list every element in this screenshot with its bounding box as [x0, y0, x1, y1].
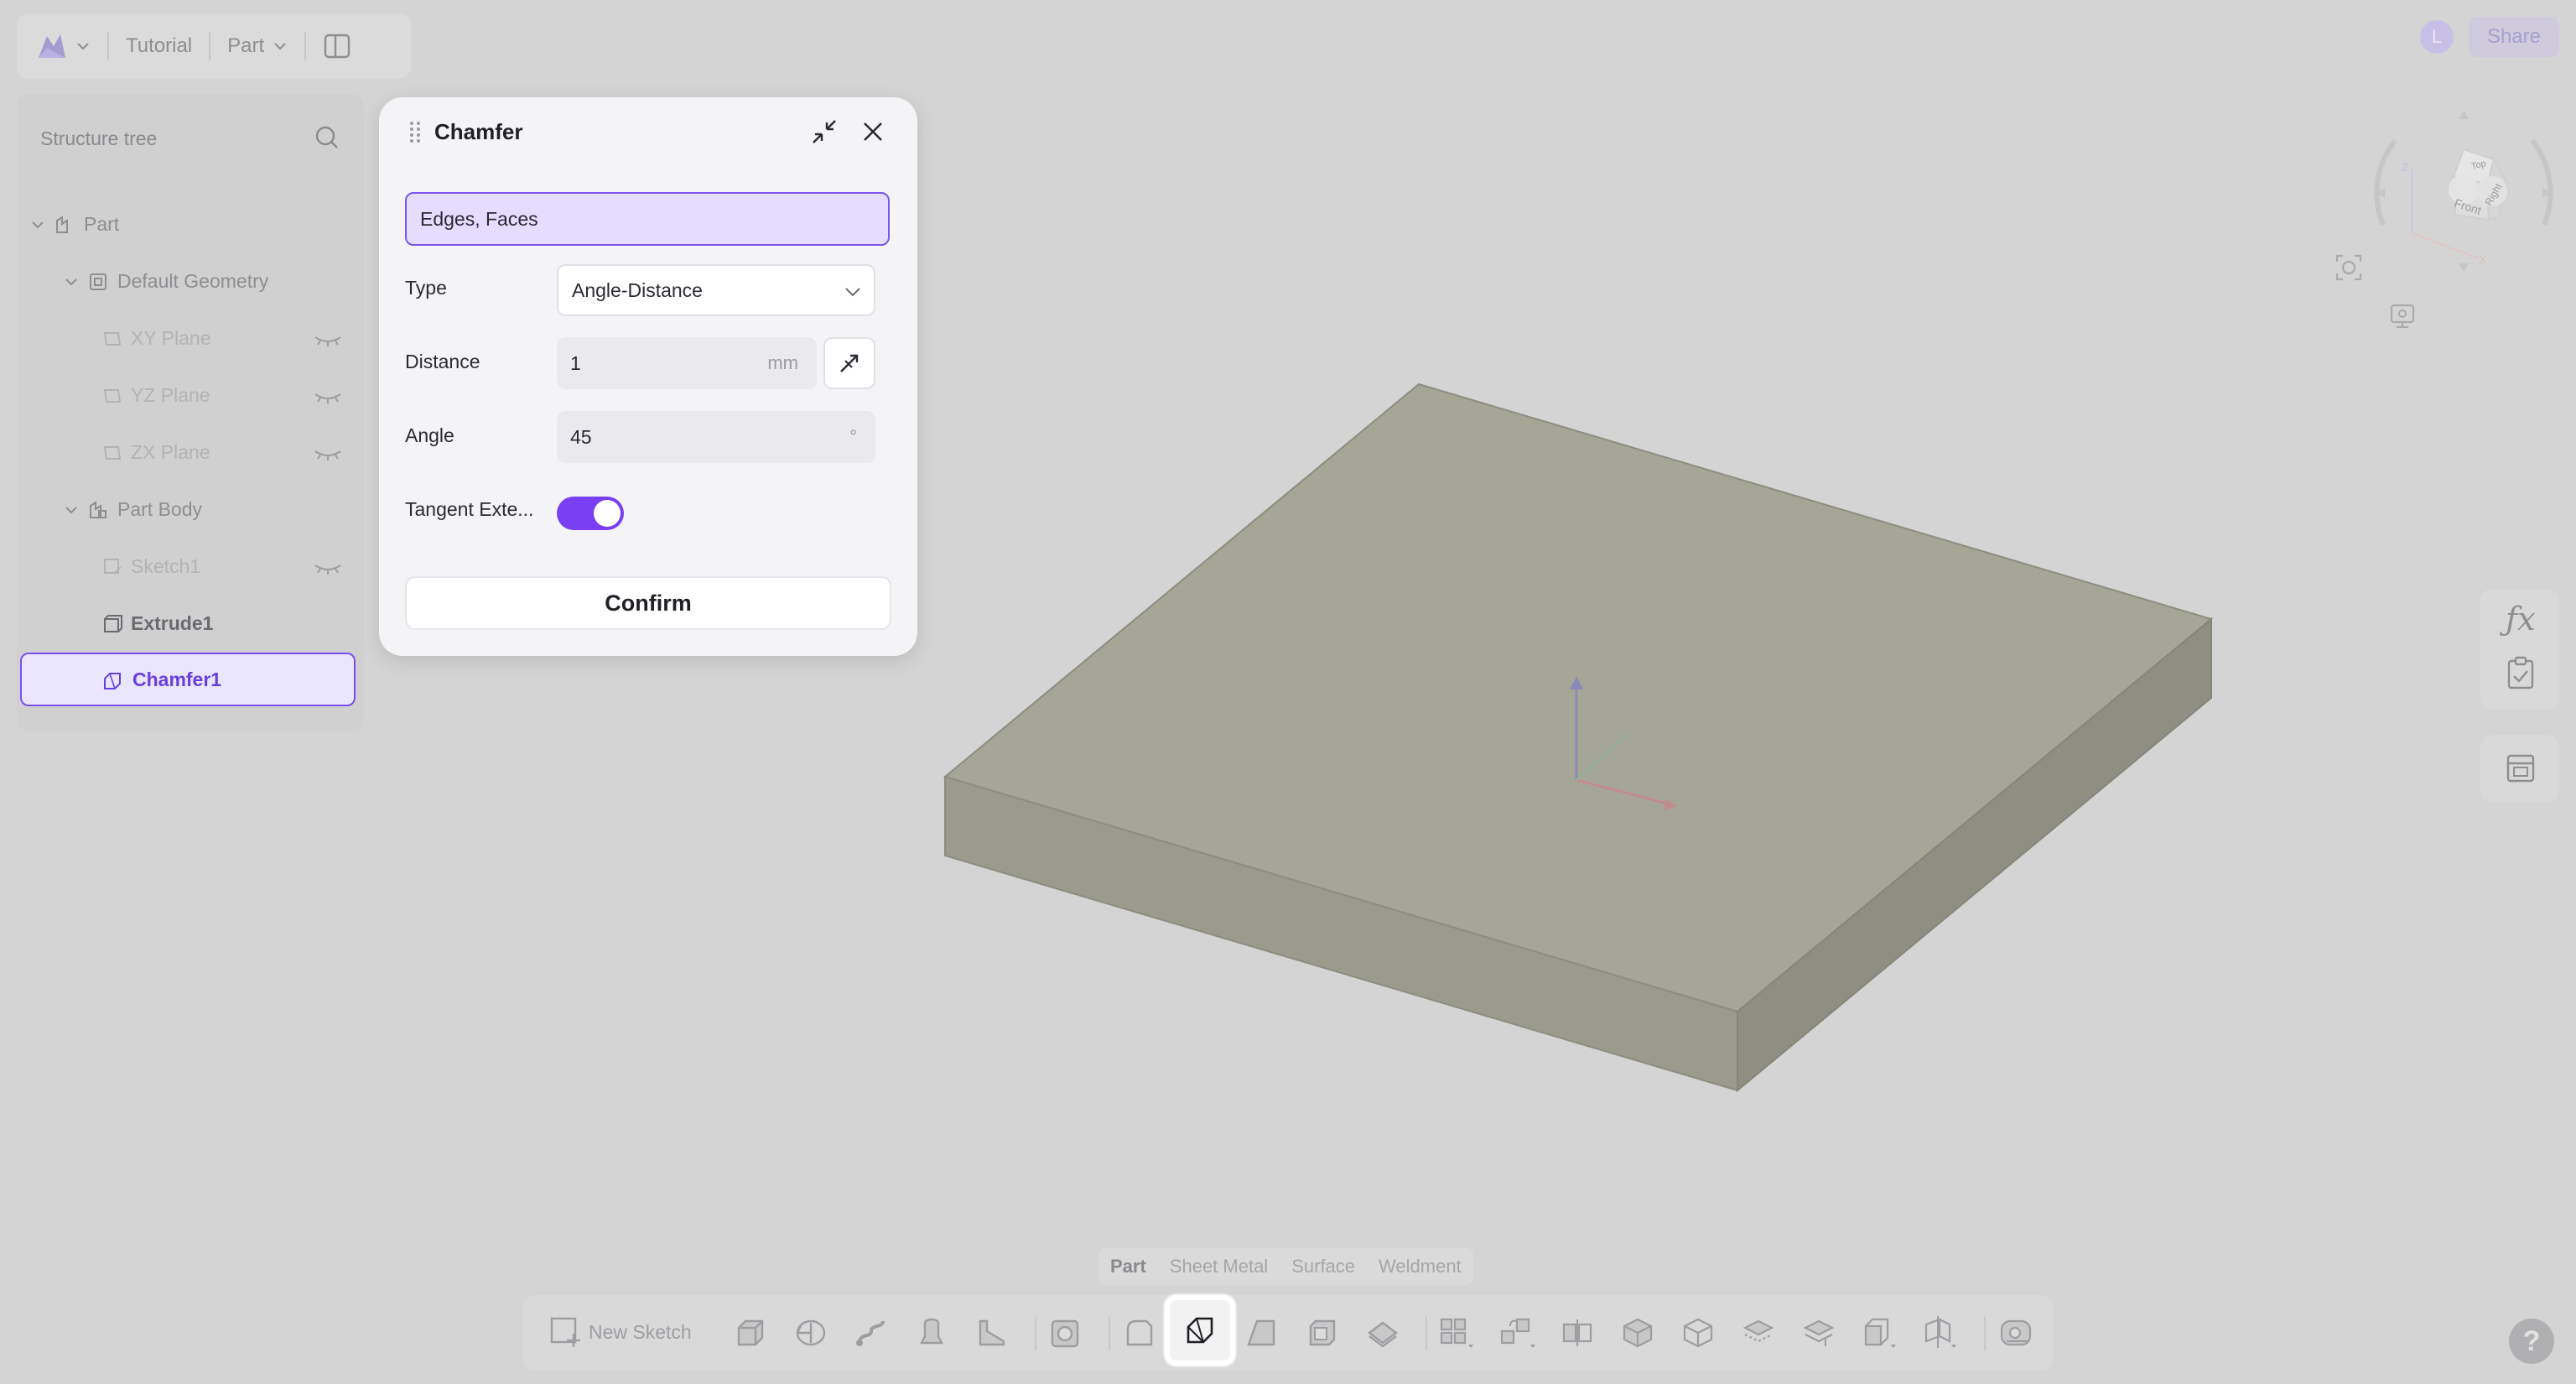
rib-tool[interactable]: [969, 1310, 1015, 1355]
divider: [1035, 1317, 1036, 1350]
pattern-tool[interactable]: [1434, 1310, 1479, 1355]
hole-tool[interactable]: [1043, 1310, 1088, 1355]
chamfer-icon: [1183, 1314, 1217, 1347]
new-sketch-icon: [548, 1315, 582, 1349]
tab-part[interactable]: Part: [1098, 1256, 1158, 1277]
sweep-icon: [854, 1316, 888, 1350]
new-sketch-label: New Sketch: [589, 1320, 692, 1343]
divider: [1109, 1317, 1110, 1350]
tab-surface[interactable]: Surface: [1280, 1256, 1367, 1277]
distance-input[interactable]: 1 mm: [557, 337, 817, 389]
angle-unit: °: [849, 426, 857, 447]
shell-tool[interactable]: [1300, 1310, 1345, 1355]
divider: [1984, 1317, 1986, 1350]
replace-face-tool[interactable]: [1736, 1310, 1781, 1355]
angle-value: 45: [570, 425, 592, 448]
tab-weldment[interactable]: Weldment: [1367, 1256, 1473, 1277]
delete-face-tool[interactable]: [1857, 1310, 1902, 1355]
type-select[interactable]: Angle-Distance: [557, 264, 875, 316]
fit-view-icon[interactable]: [2334, 253, 2363, 282]
boolean-cube-icon: [1621, 1316, 1654, 1350]
stacked-layers-icon: [1742, 1316, 1775, 1350]
confirm-button[interactable]: Confirm: [405, 576, 891, 630]
new-sketch-button[interactable]: New Sketch: [548, 1315, 692, 1349]
revolve-icon: [794, 1316, 828, 1350]
chevron-down-icon: [844, 283, 862, 301]
revolve-tool[interactable]: [788, 1310, 834, 1355]
angle-input[interactable]: 45 °: [557, 411, 875, 463]
fillet-tool[interactable]: [1117, 1310, 1162, 1355]
chamfer-dialog: Chamfer Edges, Faces Type Angle-Distance…: [379, 97, 917, 656]
flip-arrow-icon: [837, 351, 862, 376]
shell-icon: [1306, 1316, 1339, 1350]
move-copy-tool[interactable]: [1494, 1310, 1540, 1355]
formula-fx-icon[interactable]: ƒx: [2506, 601, 2536, 637]
thicken-icon: [1366, 1316, 1400, 1350]
axis-x-label: X: [2479, 252, 2487, 266]
tangent-extension-toggle[interactable]: [557, 497, 624, 530]
loft-tool[interactable]: [909, 1310, 954, 1355]
distance-unit: mm: [767, 352, 798, 373]
measure-tool[interactable]: [1994, 1310, 2039, 1355]
selection-field[interactable]: Edges, Faces: [405, 192, 890, 246]
sweep-tool[interactable]: [849, 1310, 894, 1355]
distance-label: Distance: [405, 351, 480, 372]
right-panel-2: [2480, 735, 2559, 802]
top-right-actions: L Share: [2419, 17, 2559, 57]
rib-icon: [975, 1316, 1009, 1350]
move-copy-icon: [1498, 1316, 1535, 1350]
box-face-icon: [1861, 1316, 1898, 1350]
tab-sheet-metal[interactable]: Sheet Metal: [1158, 1256, 1280, 1277]
offset-face-tool[interactable]: [1796, 1310, 1841, 1355]
view-cube[interactable]: Top Front Right Z X: [2365, 99, 2563, 284]
flip-direction-button[interactable]: [823, 337, 875, 389]
mode-tabs: Part Sheet Metal Surface Weldment: [1098, 1248, 1473, 1285]
pattern-icon: [1438, 1316, 1475, 1350]
distance-value: 1: [570, 351, 581, 374]
collapse-icon[interactable]: [810, 117, 839, 146]
section-plane-icon: [1921, 1316, 1958, 1350]
drag-handle-icon[interactable]: [409, 121, 421, 143]
thicken-tool[interactable]: [1360, 1310, 1405, 1355]
draft-icon: [1245, 1316, 1279, 1350]
close-icon[interactable]: [859, 117, 887, 146]
mirror-tool[interactable]: [1555, 1310, 1600, 1355]
type-value: Angle-Distance: [572, 278, 703, 301]
type-label: Type: [405, 277, 447, 299]
loft-icon: [915, 1316, 948, 1350]
extrude-icon: [734, 1316, 767, 1350]
toggle-knob: [594, 500, 621, 527]
display-settings-icon[interactable]: [2388, 302, 2417, 330]
fillet-icon: [1123, 1316, 1156, 1350]
section-view-tool[interactable]: [1917, 1310, 1962, 1355]
tangent-extension-label: Tangent Exte...: [405, 498, 534, 520]
boolean-tool[interactable]: [1615, 1310, 1660, 1355]
avatar[interactable]: L: [2419, 20, 2454, 54]
extrude-tool[interactable]: [728, 1310, 773, 1355]
layers-arrow-icon: [1802, 1316, 1836, 1350]
checklist-icon[interactable]: [2506, 656, 2536, 689]
help-button[interactable]: ?: [2509, 1319, 2554, 1364]
dialog-title: Chamfer: [434, 119, 523, 144]
feature-toolbar: New Sketch: [523, 1295, 2053, 1371]
measure-tape-icon: [1998, 1316, 2035, 1350]
angle-label: Angle: [405, 424, 454, 446]
divider: [1426, 1317, 1427, 1350]
share-button[interactable]: Share: [2468, 17, 2559, 57]
right-tools-panel: ƒx: [2480, 589, 2559, 710]
chamfer-tool[interactable]: [1165, 1295, 1235, 1366]
split-body-tool[interactable]: [1675, 1310, 1721, 1355]
mirror-icon: [1561, 1316, 1594, 1350]
axis-z-label: Z: [2402, 160, 2409, 174]
hole-icon: [1049, 1316, 1083, 1350]
drawing-view-icon[interactable]: [2506, 753, 2536, 783]
cube-outline-icon: [1681, 1316, 1715, 1350]
draft-tool[interactable]: [1239, 1310, 1285, 1355]
